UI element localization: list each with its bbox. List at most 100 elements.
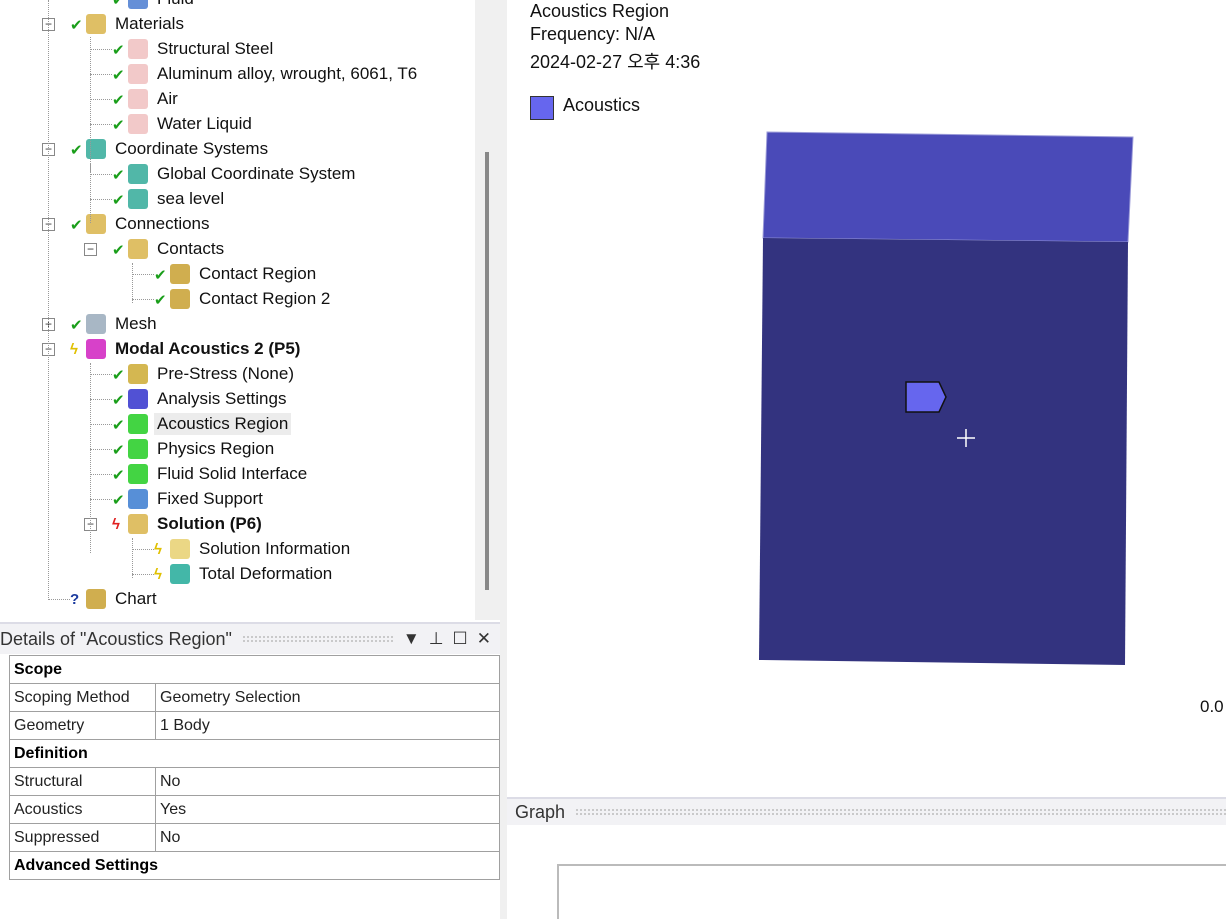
close-icon[interactable]: ✕: [477, 629, 491, 649]
tree-item-label: Analysis Settings: [157, 389, 287, 408]
analysis-settings-icon: [128, 389, 148, 409]
tree-item[interactable]: + ✔ Mesh: [0, 312, 475, 337]
maximize-icon[interactable]: ☐: [453, 629, 468, 649]
check-icon: ✔: [112, 67, 125, 84]
details-row[interactable]: Acoustics Yes: [9, 795, 500, 824]
tree-item[interactable]: ✔ Contact Region 2: [0, 287, 475, 312]
tree-item[interactable]: ✔ Fluid: [0, 0, 475, 12]
tree-item[interactable]: ✔ Contact Region: [0, 262, 475, 287]
tree-item[interactable]: ✔ Physics Region: [0, 437, 475, 462]
tree-item[interactable]: ✔ Air: [0, 87, 475, 112]
tree-item[interactable]: ✔ Global Coordinate System: [0, 162, 475, 187]
coordinate-system-icon: [128, 189, 148, 209]
property-name: Geometry: [9, 711, 156, 740]
panel-grip[interactable]: [575, 808, 1226, 816]
tree-connector: [90, 399, 112, 400]
tree-item[interactable]: ✔ Fluid Solid Interface: [0, 462, 475, 487]
tree-connector: [48, 599, 70, 600]
tree-item[interactable]: − ✔ Contacts: [0, 237, 475, 262]
material-tag-icon: [128, 114, 148, 134]
coordinate-system-icon: [86, 139, 106, 159]
check-icon: ✔: [112, 492, 125, 509]
tree-item[interactable]: ? Chart: [0, 587, 475, 612]
tree-item[interactable]: ✔ Aluminum alloy, wrought, 6061, T6: [0, 62, 475, 87]
pin-icon[interactable]: ⊥: [429, 629, 444, 649]
tree-item[interactable]: − ϟ Solution (P6): [0, 512, 475, 537]
contact-region-icon: [170, 289, 190, 309]
check-icon: ✔: [112, 92, 125, 109]
dropdown-arrow-icon[interactable]: ▼: [403, 629, 420, 649]
tree-item[interactable]: ϟ Total Deformation: [0, 562, 475, 587]
details-group[interactable]: Scope: [9, 655, 500, 684]
details-row[interactable]: Suppressed No: [9, 823, 500, 852]
question-icon: ?: [70, 591, 80, 608]
details-group[interactable]: Definition: [9, 739, 500, 768]
tree-item[interactable]: ✔ Structural Steel: [0, 37, 475, 62]
tree-item[interactable]: ϟ Solution Information: [0, 537, 475, 562]
property-value[interactable]: No: [155, 823, 500, 852]
material-tag-icon: [128, 64, 148, 84]
label-marker-icon: [905, 381, 947, 413]
tree-item-label: Physics Region: [157, 439, 275, 458]
outline-tree: ✔Fluid − ✔ Materials ✔ Structural Steel ✔ Alumi…: [0, 0, 490, 620]
check-icon: ✔: [112, 192, 125, 209]
tree-item[interactable]: − ✔ Connections: [0, 212, 475, 237]
modal-acoustics-icon: [86, 339, 106, 359]
details-row[interactable]: Structural No: [9, 767, 500, 796]
fixed-support-icon: [128, 489, 148, 509]
tree-connector: [90, 199, 112, 200]
tree-item-label: Aluminum alloy, wrought, 6061, T6: [157, 64, 418, 83]
tree-item-label: Structural Steel: [157, 39, 274, 58]
splitter[interactable]: [500, 0, 507, 919]
tree-item[interactable]: − ✔ Materials: [0, 12, 475, 37]
check-icon: ✔: [70, 17, 83, 34]
panel-grip[interactable]: [241, 635, 393, 643]
tree-item[interactable]: ✔ Analysis Settings: [0, 387, 475, 412]
tree-item[interactable]: ✔ sea level: [0, 187, 475, 212]
acoustics-region-icon: [128, 414, 148, 434]
tree-item[interactable]: ✔ Fixed Support: [0, 487, 475, 512]
tree-connector: [90, 74, 112, 75]
group-header[interactable]: Definition: [9, 739, 500, 768]
details-row[interactable]: Geometry 1 Body: [9, 711, 500, 740]
scale-label: 0.0: [1200, 697, 1224, 716]
graphics-viewport[interactable]: Acoustics Region Frequency: N/A 2024-02-…: [507, 0, 1226, 795]
details-group[interactable]: Advanced Settings: [9, 851, 500, 880]
group-header[interactable]: Scope: [9, 655, 500, 684]
tree-item[interactable]: − ✔ Coordinate Systems: [0, 137, 475, 162]
total-deformation-icon: [170, 564, 190, 584]
property-value[interactable]: Geometry Selection: [155, 683, 500, 712]
check-icon: ✔: [112, 42, 125, 59]
model-geometry[interactable]: [507, 0, 1226, 795]
tree-item[interactable]: ✔ Acoustics Region: [0, 412, 475, 437]
check-icon: ✔: [112, 467, 125, 484]
tree-item[interactable]: − ϟ Modal Acoustics 2 (P5): [0, 337, 475, 362]
tree-connector: [90, 174, 112, 175]
collapse-icon[interactable]: −: [84, 243, 97, 256]
details-panel-header: Details of "Acoustics Region" ▼ ⊥ ☐ ✕: [0, 622, 500, 654]
tree-item-label: Water Liquid: [157, 114, 252, 133]
property-value[interactable]: Yes: [155, 795, 500, 824]
tree-connector: [90, 99, 112, 100]
check-icon: ✔: [112, 442, 125, 459]
tree-connector: [90, 499, 112, 500]
tree-item-label: Materials: [115, 14, 184, 33]
details-row[interactable]: Scoping Method Geometry Selection: [9, 683, 500, 712]
tree-item-label: Connections: [115, 214, 210, 233]
tree-connector: [132, 299, 154, 300]
tree-connector: [90, 124, 112, 125]
tree-connector: [132, 549, 154, 550]
tree-scrollbar-thumb[interactable]: [485, 152, 489, 590]
tree-item-label: Contact Region: [199, 264, 317, 283]
graph-area: [557, 864, 1226, 919]
material-tag-icon: [128, 39, 148, 59]
tree-item[interactable]: ✔ Water Liquid: [0, 112, 475, 137]
property-value[interactable]: No: [155, 767, 500, 796]
check-icon: ✔: [112, 242, 125, 259]
property-value[interactable]: 1 Body: [155, 711, 500, 740]
tree-item[interactable]: ✔ Pre-Stress (None): [0, 362, 475, 387]
check-icon: ✔: [112, 392, 125, 409]
group-header[interactable]: Advanced Settings: [9, 851, 500, 880]
tree-item-label: Total Deformation: [199, 564, 333, 583]
mesh-icon: [86, 314, 106, 334]
